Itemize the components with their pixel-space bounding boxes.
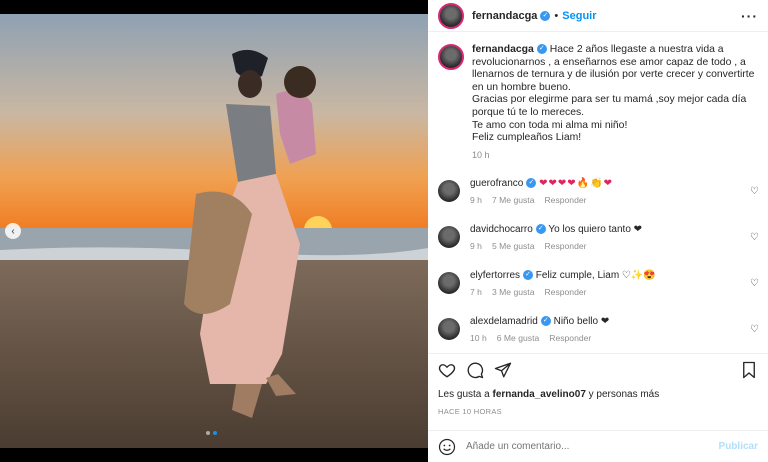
share-icon[interactable]: [494, 361, 512, 379]
like-comment-heart-icon[interactable]: ♡: [750, 324, 759, 335]
comment-item: guerofranco ✓ ❤❤❤❤🔥👏❤ 9 h 7 Me gusta Respon…: [438, 178, 763, 224]
comment-text: Yo los quiero tanto ❤: [548, 224, 643, 235]
bookmark-icon[interactable]: [740, 361, 758, 379]
header-username[interactable]: fernandacga: [472, 10, 537, 22]
likes-user[interactable]: fernanda_avelino07: [493, 389, 586, 400]
caption-time: 10 h: [472, 149, 490, 160]
emoji-icon[interactable]: [438, 438, 456, 456]
comment-avatar[interactable]: [438, 272, 460, 294]
comment-username[interactable]: davidchocarro: [470, 224, 533, 235]
likes-summary: Les gusta a fernanda_avelino07 y persona…: [438, 389, 659, 400]
comment-username[interactable]: guerofranco: [470, 178, 523, 189]
caption-avatar[interactable]: [438, 44, 464, 70]
comment-text: Niño bello ❤: [553, 316, 610, 327]
verified-icon: ✓: [523, 270, 534, 281]
publish-button[interactable]: Publicar: [719, 441, 758, 452]
post-actions-bar: [428, 353, 768, 385]
comment-avatar[interactable]: [438, 226, 460, 248]
chevron-left-icon: ‹: [11, 225, 15, 237]
caption-line: Hace 2 años llegaste a nuestra vida a: [549, 44, 724, 55]
like-comment-heart-icon[interactable]: ♡: [750, 186, 759, 197]
likes-suffix[interactable]: y personas más: [589, 389, 660, 400]
comment-avatar[interactable]: [438, 318, 460, 340]
verified-icon: ✓: [540, 316, 551, 327]
caption-line: llenarnos de ternura y de ilusión por ve…: [472, 69, 755, 81]
carousel-indicator: [206, 431, 217, 435]
previous-photo-button[interactable]: ‹: [5, 223, 21, 239]
add-comment-bar: Publicar: [428, 430, 768, 462]
caption-text: fernandacga ✓ Hace 2 años llegaste a nues…: [472, 44, 758, 161]
comment-likes[interactable]: 3 Me gusta: [492, 287, 535, 297]
comment-likes[interactable]: 6 Me gusta: [497, 333, 540, 343]
caption-line: revolucionarnos , a enseñarnos ese amor …: [472, 56, 746, 68]
comment-time: 10 h: [470, 333, 487, 343]
caption-line: Feliz cumpleaños Liam!: [472, 132, 582, 144]
likes-prefix: Les gusta a: [438, 389, 490, 400]
verified-icon: ✓: [536, 44, 547, 55]
comment-username[interactable]: alexdelamadrid: [470, 316, 538, 327]
comment-icon[interactable]: [466, 361, 484, 379]
beach-sunset-photo: [0, 14, 428, 448]
comment-item: elyfertorres ✓ Feliz cumple, Liam ♡✨😍 7 h…: [438, 270, 763, 316]
avatar[interactable]: [438, 2, 464, 29]
separator-dot: •: [554, 9, 559, 22]
comment-username[interactable]: elyfertorres: [470, 270, 520, 281]
caption-line: en un hombre bueno.: [472, 81, 571, 93]
verified-icon: ✓: [526, 178, 537, 189]
comment-item: davidchocarro ✓ Yo los quiero tanto ❤ 9 h…: [438, 224, 763, 270]
like-comment-heart-icon[interactable]: ♡: [750, 278, 759, 289]
comment-time: 9 h: [470, 241, 482, 251]
post-details-panel: fernandacga ✓ • Seguir ··· fernandacga ✓ …: [428, 0, 768, 462]
verified-icon: ✓: [535, 224, 546, 235]
comment-avatar[interactable]: [438, 180, 460, 202]
post-date[interactable]: HACE 10 HORAS: [438, 407, 502, 416]
post-caption: fernandacga ✓ Hace 2 años llegaste a nues…: [428, 32, 768, 161]
reply-button[interactable]: Responder: [549, 333, 591, 343]
comments-list: guerofranco ✓ ❤❤❤❤🔥👏❤ 9 h7 Me gusta Respon…: [438, 178, 763, 362]
comment-time: 9 h: [470, 195, 482, 205]
comment-likes[interactable]: 7 Me gusta: [492, 195, 535, 205]
comment-input[interactable]: [466, 441, 686, 452]
reply-button[interactable]: Responder: [544, 241, 586, 251]
comment-time: 7 h: [470, 287, 482, 297]
heart-icon[interactable]: [438, 361, 456, 379]
post-header: fernandacga ✓ • Seguir ···: [428, 0, 768, 32]
follow-button[interactable]: Seguir: [562, 10, 596, 22]
comment-text: ❤❤❤❤🔥👏❤: [539, 178, 613, 189]
verified-icon: ✓: [540, 10, 551, 21]
carousel-dot: [206, 431, 210, 435]
like-comment-heart-icon[interactable]: ♡: [750, 232, 759, 243]
reply-button[interactable]: Responder: [544, 195, 586, 205]
carousel-dot-active: [213, 431, 217, 435]
reply-button[interactable]: Responder: [544, 287, 586, 297]
caption-username[interactable]: fernandacga: [472, 44, 534, 55]
caption-line: Gracias por elegirme para ser tu mamá ,s…: [472, 94, 747, 106]
caption-line: Te amo con toda mi alma mi niño!: [472, 119, 628, 131]
caption-line: porque tú te lo mereces.: [472, 106, 585, 118]
more-options-icon[interactable]: ···: [741, 8, 758, 24]
post-photo[interactable]: ‹: [0, 0, 428, 462]
comment-text: Feliz cumple, Liam ♡✨😍: [535, 270, 656, 281]
comment-likes[interactable]: 5 Me gusta: [492, 241, 535, 251]
